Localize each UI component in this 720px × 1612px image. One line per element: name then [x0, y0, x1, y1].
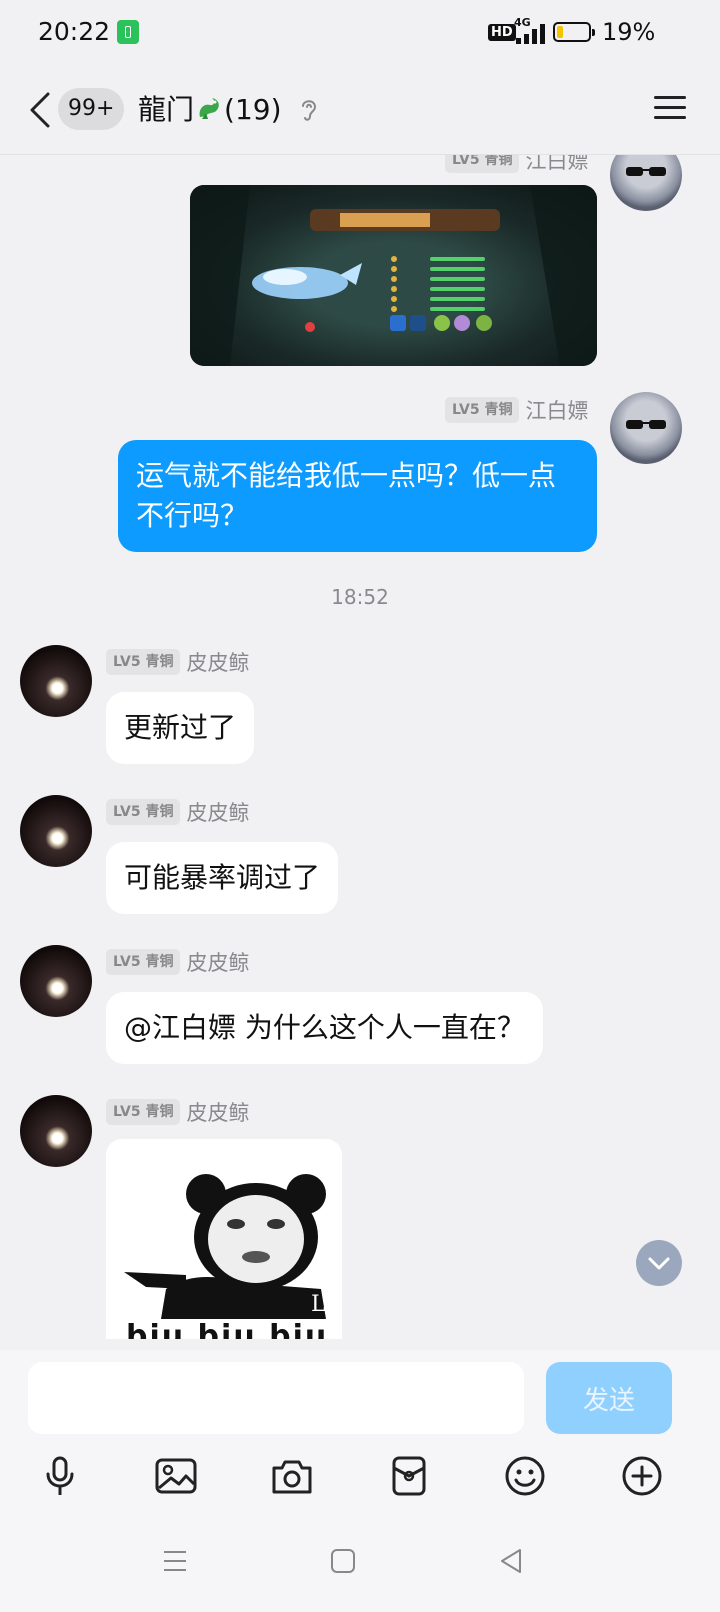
battery-saver-icon	[117, 20, 139, 44]
recents-nav-icon[interactable]	[160, 1546, 190, 1576]
signal-icon	[516, 22, 550, 44]
message-list[interactable]: LV5 青铜 江白嫖 LV5 青铜 江白嫖 运气就不能给我低一点吗？低一点不行吗…	[0, 155, 720, 1350]
microphone-icon[interactable]	[38, 1454, 82, 1498]
red-packet-icon[interactable]	[387, 1454, 431, 1498]
back-nav-icon[interactable]	[496, 1546, 526, 1576]
chat-header: 99+ 龍门 (19)	[0, 66, 720, 155]
sunglasses-icon	[626, 420, 666, 429]
avatar[interactable]	[20, 945, 92, 1017]
sticker-message[interactable]: L biu biu biu	[106, 1139, 342, 1339]
image-message[interactable]	[190, 185, 597, 366]
sender-name: 江白嫖	[525, 155, 589, 173]
level-badge: LV5 青铜	[445, 397, 520, 423]
level-badge: LV5 青铜	[106, 949, 181, 975]
scroll-to-bottom-button[interactable]	[636, 1240, 682, 1286]
game-scene-image	[190, 185, 597, 366]
level-badge: LV5 青铜	[106, 799, 181, 825]
message-bubble[interactable]: 运气就不能给我低一点吗？低一点不行吗？	[118, 440, 597, 552]
sunglasses-icon	[626, 167, 666, 176]
hd-icon: HD	[488, 24, 516, 41]
member-count: (19)	[224, 93, 282, 126]
sticker-letter: L	[311, 1292, 326, 1317]
sender-name: 皮皮鲸	[186, 651, 250, 675]
unread-count-badge[interactable]: 99+	[58, 88, 125, 130]
sender-name: 皮皮鲸	[186, 951, 250, 975]
chevron-down-icon	[648, 1257, 670, 1270]
emoji-icon[interactable]	[503, 1454, 547, 1498]
sender-row: LV5 青铜 江白嫖	[445, 395, 588, 423]
message-timestamp: 18:52	[331, 585, 389, 609]
message-bubble[interactable]: 更新过了	[106, 692, 255, 764]
battery-icon	[553, 22, 595, 42]
level-badge: LV5 青铜	[106, 649, 181, 675]
message-bubble[interactable]: @江白嫖 为什么这个人一直在？	[106, 992, 543, 1064]
sender-row: LV5 青铜 皮皮鲸	[106, 1097, 249, 1125]
avatar[interactable]	[20, 1095, 92, 1167]
battery-percent: 19%	[602, 18, 656, 46]
back-icon[interactable]	[28, 90, 52, 130]
message-input[interactable]	[28, 1362, 524, 1434]
sender-row: LV5 青铜 皮皮鲸	[106, 797, 249, 825]
sticker-caption: biu biu biu	[126, 1319, 329, 1339]
ear-icon[interactable]	[298, 96, 320, 124]
sender-row: LV5 青铜 皮皮鲸	[106, 647, 249, 675]
status-time: 20:22	[38, 17, 111, 46]
sender-name: 江白嫖	[525, 399, 589, 423]
panda-meme-image: L	[124, 1174, 326, 1319]
sender-row: LV5 青铜 江白嫖	[445, 155, 588, 173]
sender-name: 皮皮鲸	[186, 1101, 250, 1125]
home-nav-icon[interactable]	[328, 1546, 358, 1576]
composer: 发送	[0, 1350, 720, 1612]
group-name: 龍门	[138, 93, 195, 126]
sender-row: LV5 青铜 皮皮鲸	[106, 947, 249, 975]
status-bar: 20:22 HD 4G 19%	[0, 0, 720, 66]
avatar[interactable]	[610, 155, 682, 211]
sender-name: 皮皮鲸	[186, 801, 250, 825]
menu-icon[interactable]	[654, 94, 686, 122]
plus-icon[interactable]	[620, 1454, 664, 1498]
group-title[interactable]: 龍门 (19)	[138, 90, 282, 130]
avatar[interactable]	[20, 795, 92, 867]
dragon-emoji-icon	[199, 98, 219, 119]
avatar[interactable]	[20, 645, 92, 717]
message-bubble[interactable]: 可能暴率调过了	[106, 842, 339, 914]
battery-fill	[557, 26, 563, 38]
level-badge: LV5 青铜	[106, 1099, 181, 1125]
send-button[interactable]: 发送	[546, 1362, 672, 1434]
image-icon[interactable]	[154, 1454, 198, 1498]
camera-icon[interactable]	[270, 1454, 314, 1498]
avatar[interactable]	[610, 392, 682, 464]
level-badge: LV5 青铜	[445, 155, 520, 173]
